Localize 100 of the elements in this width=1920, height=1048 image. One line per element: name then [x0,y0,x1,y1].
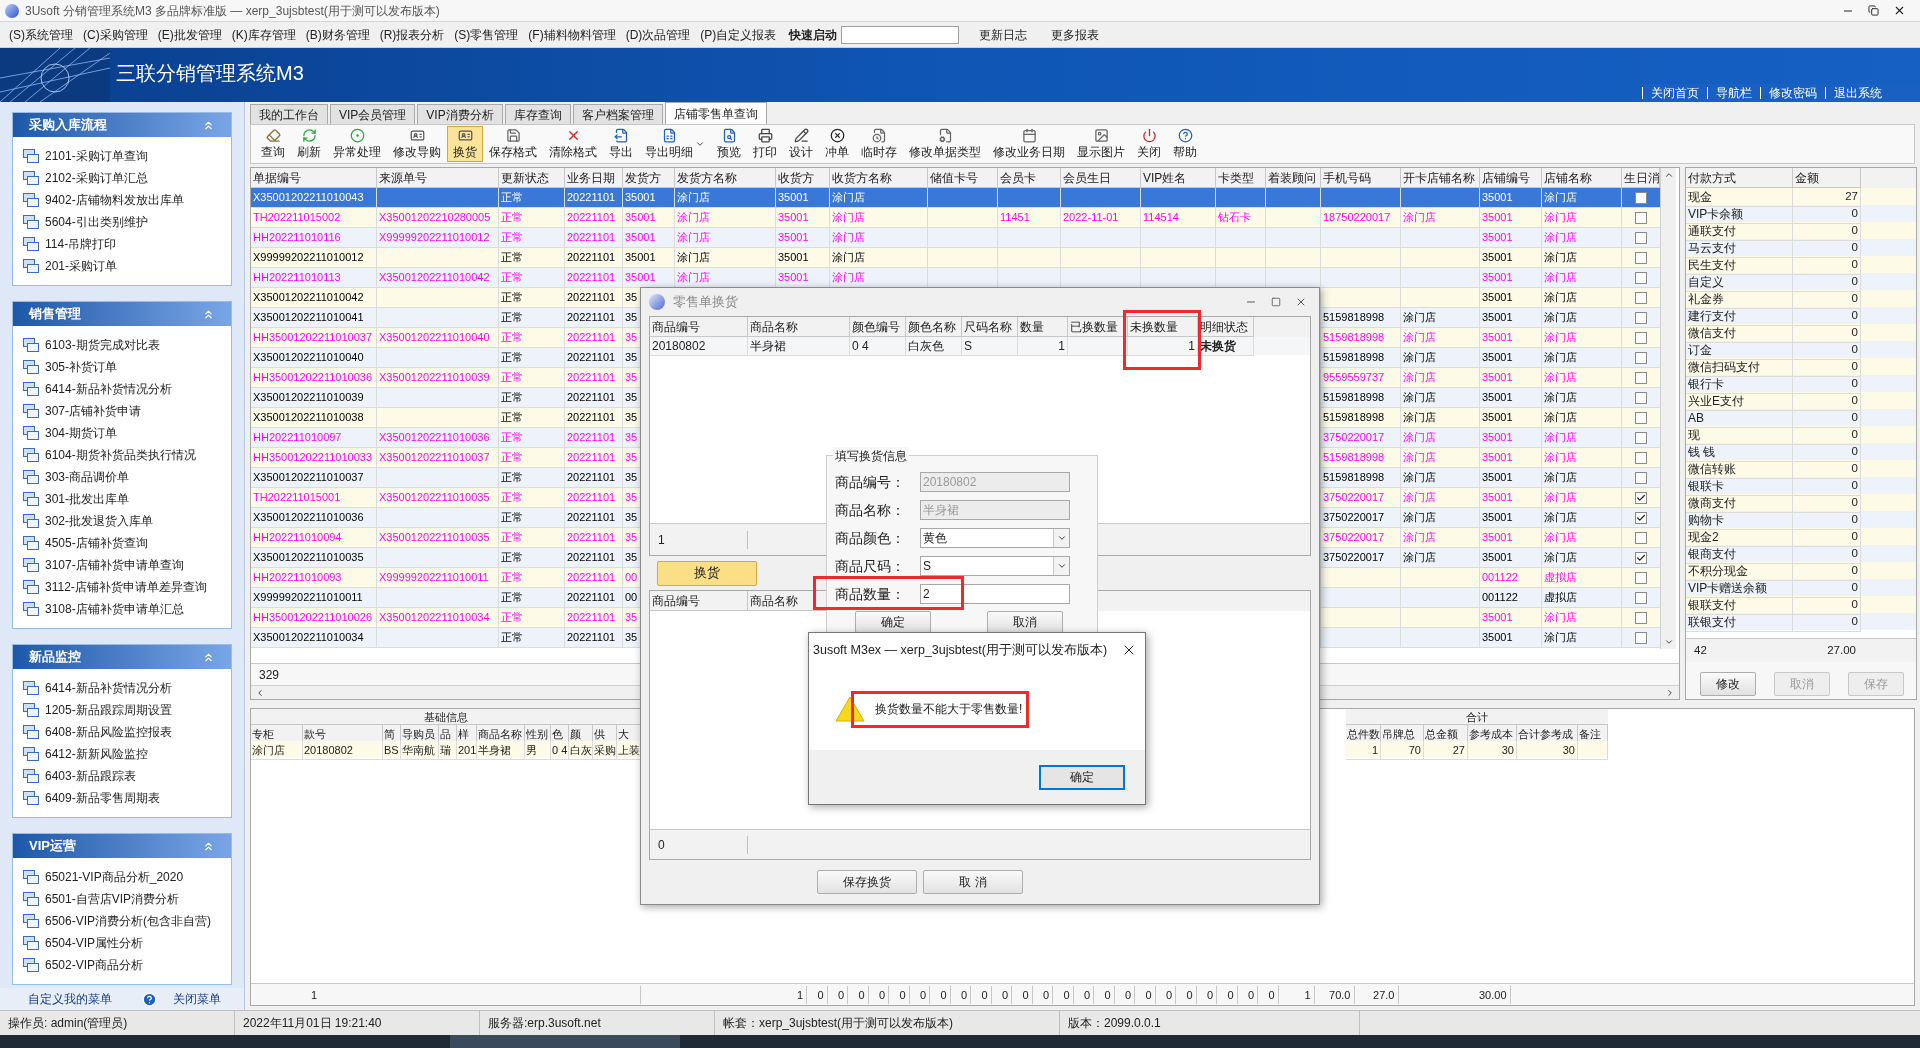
table-cell-text: 0 [1851,206,1858,222]
window-title: 3Usoft 分销管理系统M3 多品牌标准版 — xerp_3ujsbtest(用于测可以发布版本) [25,2,440,20]
table-cell-text: 涂门店 [1544,330,1577,346]
table-cell-text: 35 [625,290,638,306]
table-cell: 20180802 [304,744,353,756]
table-cell-text: 5159818998 [1323,450,1385,466]
table-cell-text: 正常 [501,210,523,226]
table-cell-text: 0 [1851,240,1858,256]
table-cell-text: 1 [1188,338,1195,355]
row-count: 329 [259,666,281,684]
table-cell-text: X35001202211010036 [253,510,364,526]
table-cell-text: 0 [1851,512,1858,528]
table-cell-text: 涂门店 [1403,550,1436,566]
table-cell-text: 27 [1845,189,1858,205]
table-cell-text: 虚拟店 [1544,570,1577,586]
table-cell: 白灰 [570,744,592,756]
table-cell-text: 涂门店 [677,250,710,266]
table-cell-text: 35001 [1482,210,1513,226]
table-cell-text: 涂门店 [832,210,865,226]
table-cell-text: 20221101 [567,550,616,566]
table-cell-text: 35001 [778,270,809,286]
table-cell-text: 正常 [501,430,523,446]
summary-cell: 0 [1206,988,1213,1001]
status-text: 版本：2099.0.0.1 [1068,1015,1161,1032]
table-cell-text: 35 [625,630,638,646]
table-cell-text: 涂门店 [1403,510,1436,526]
table-cell-text: 35 [625,370,638,386]
table-cell-text: 35 [625,530,638,546]
summary-cell: 0 [817,988,824,1001]
table-cell-text: 正常 [501,530,523,546]
table-cell-text: 涂门店 [1403,430,1436,446]
table-cell-text: 马云支付 [1688,240,1736,257]
table-cell: 采购 [594,744,616,756]
table-cell-text: 20221101 [567,210,616,226]
table-cell-text: 钻石卡 [1218,210,1251,226]
table-cell-text: 35001 [1482,230,1513,246]
table-cell-text: 35 [625,470,638,486]
status-text: 服务器:erp.3usoft.net [488,1015,601,1032]
summary-cell: 0 [1268,988,1275,1001]
table-cell-text: 001122 [1482,570,1518,586]
table-cell-text: 35001 [1482,330,1513,346]
summary-cell: 0 [981,988,988,1001]
summary-cell: 1 [1304,988,1311,1001]
table-cell-text: 正常 [501,330,523,346]
table-cell-text: 35001 [1482,430,1513,446]
table-cell-text: 正常 [501,450,523,466]
table-cell-text: 涂门店 [1544,210,1577,226]
summary-cell: 0 [1042,988,1049,1001]
table-cell-text: VIP卡赠送余额 [1688,580,1768,597]
table-cell-text: 35 [625,610,638,626]
table-cell-text: 0 [1851,410,1858,426]
table-cell-text: 20221101 [567,350,616,366]
table-cell-text: 白灰色 [908,338,944,355]
table-cell-text: 涂门店 [1403,210,1436,226]
table-cell-text: 35001 [1482,490,1513,506]
table-cell-text: 正常 [501,230,523,246]
table-cell-text: 涂门店 [1403,490,1436,506]
table-cell-text: 35 [625,490,638,506]
table-cell-text: X35001202211010036 [379,430,490,446]
table-cell-text: 微信支付 [1688,325,1736,342]
table-cell-text: 涂门店 [677,230,710,246]
table-cell-text: 35 [625,550,638,566]
table-cell-text: 0 [1851,223,1858,239]
table-cell-text: 35001 [1482,470,1513,486]
table-cell-text: X35001202211010034 [253,630,364,646]
summary-cell: 0 [1083,988,1090,1001]
table-cell-text: 涂门店 [832,250,865,266]
table-cell: 华南航 [402,744,435,756]
table-cell-text: 购物卡 [1688,512,1724,529]
table-cell: 201 [458,744,477,756]
table-cell-text: X99999202211010011 [253,590,363,606]
table-cell-text: 18750220017 [1323,210,1391,226]
summary-cell: 0 [1227,988,1234,1001]
table-cell-text: 5159818998 [1323,350,1385,366]
table-cell-text: 20221101 [567,390,616,406]
table-cell-text: HH35001202211010037 [253,330,373,346]
table-cell-text: 0 [1851,342,1858,358]
table-cell-text: 涂门店 [1544,430,1577,446]
table-cell-text: 微商支付 [1688,495,1736,512]
table-cell-text: 现金 [1688,189,1712,206]
table-cell-text: 正常 [501,570,523,586]
table-cell-text: HH202211010094 [253,530,342,546]
table-cell-text: 涂门店 [1544,470,1577,486]
table-cell-text: 涂门店 [1544,510,1577,526]
table-cell-text: 建行支付 [1688,308,1736,325]
table-cell-text: 银商支付 [1688,546,1736,563]
table-cell: 30 [1562,744,1575,756]
table-cell-text: 正常 [501,190,523,206]
field-label: 商品名称： [835,500,906,520]
table-cell-text: 正常 [501,470,523,486]
table-cell-text: 35001 [1482,370,1513,386]
status-text: 帐套：xerp_3ujsbtest(用于测可以发布版本) [723,1015,954,1032]
table-cell-text: 00 [625,590,638,606]
table-cell-text: 涂门店 [1544,310,1577,326]
table-cell-text: X35001202211010043 [253,190,364,206]
table-cell-text: 半身裙 [750,338,786,355]
table-cell-text: 9559559737 [1323,370,1385,386]
table-cell-text: 钱 钱 [1688,444,1716,461]
table-cell-text: 0 [1851,427,1858,443]
table-cell-text: X35001202211010037 [253,470,364,486]
